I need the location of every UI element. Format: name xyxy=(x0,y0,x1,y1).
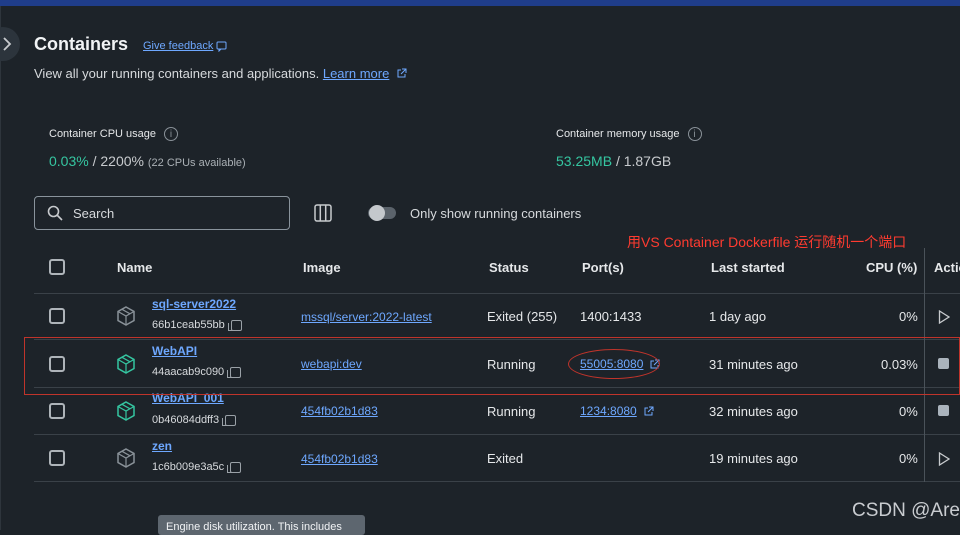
play-icon[interactable] xyxy=(938,310,950,324)
chevron-right-icon xyxy=(3,37,12,51)
columns-button[interactable] xyxy=(312,202,334,224)
column-header-ports[interactable]: Port(s) xyxy=(582,260,624,275)
info-icon[interactable]: i xyxy=(164,127,179,141)
container-running-icon xyxy=(117,401,135,421)
column-header-status[interactable]: Status xyxy=(489,260,529,275)
image-link[interactable]: 454fb02b1d83 xyxy=(301,452,378,466)
column-header-cpu[interactable]: CPU (%) xyxy=(866,260,917,275)
toggle-knob xyxy=(369,205,385,221)
image-link[interactable]: mssql/server:2022-latest xyxy=(301,310,432,324)
sidebar-expand-button[interactable] xyxy=(0,27,20,61)
cpu-text: 0% xyxy=(899,309,918,324)
info-icon[interactable]: i xyxy=(687,127,702,141)
copy-icon[interactable] xyxy=(227,461,242,473)
play-icon[interactable] xyxy=(938,452,950,466)
status-text: Running xyxy=(487,404,536,419)
table-divider xyxy=(34,481,960,482)
give-feedback-link[interactable]: Give feedback xyxy=(143,40,227,52)
disk-usage-tooltip: Engine disk utilization. This includes xyxy=(158,515,365,535)
cpu-text: 0% xyxy=(899,404,918,419)
cpu-usage-value: 0.03% / 2200% (22 CPUs available) xyxy=(49,153,246,169)
container-name-link[interactable]: sql-server2022 xyxy=(152,297,236,311)
row-checkbox[interactable] xyxy=(49,308,65,324)
search-placeholder: Search xyxy=(73,205,115,221)
cpu-text: 0% xyxy=(899,451,918,466)
running-only-toggle[interactable] xyxy=(368,205,396,221)
annotation-ellipse xyxy=(568,349,660,379)
status-text: Exited xyxy=(487,451,524,466)
last-started-text: 32 minutes ago xyxy=(709,404,798,419)
annotation-highlight-box xyxy=(24,337,960,395)
memory-used: 53.25MB xyxy=(556,153,613,169)
copy-icon[interactable] xyxy=(222,414,237,426)
container-name-link[interactable]: zen xyxy=(152,439,172,453)
cpu-count-note: (22 CPUs available) xyxy=(147,157,246,169)
select-all-checkbox[interactable] xyxy=(49,259,65,275)
cpu-usage-label-text: Container CPU usage xyxy=(49,128,157,140)
table-divider xyxy=(34,434,960,435)
row-checkbox[interactable] xyxy=(49,403,65,419)
learn-more-link[interactable]: Learn more xyxy=(323,66,389,81)
memory-usage-value: 53.25MB / 1.87GB xyxy=(556,153,671,169)
container-id-text: 0b46084ddff3 xyxy=(152,414,220,426)
image-link[interactable]: 454fb02b1d83 xyxy=(301,404,378,418)
memory-total: / 1.87GB xyxy=(615,153,672,169)
port-link-text: 1234:8080 xyxy=(580,404,637,418)
container-id: 66b1ceab55bb xyxy=(152,319,242,331)
top-bar xyxy=(0,0,960,6)
cpu-usage-label: Container CPU usage i xyxy=(49,127,179,141)
watermark: CSDN @Are xyxy=(852,500,960,521)
copy-icon[interactable] xyxy=(227,319,242,331)
stop-icon[interactable] xyxy=(938,405,949,416)
running-only-label: Only show running containers xyxy=(410,206,582,221)
container-stopped-icon xyxy=(117,448,135,468)
table-divider xyxy=(34,293,960,294)
port-text: 1400:1433 xyxy=(580,309,642,324)
search-icon xyxy=(47,205,63,221)
container-id-text: 66b1ceab55bb xyxy=(152,319,225,331)
column-header-actions: Actio xyxy=(934,260,960,275)
memory-usage-label: Container memory usage i xyxy=(556,127,702,141)
status-text: Exited (255) xyxy=(487,309,558,324)
container-id: 1c6b009e3a5c xyxy=(152,461,242,473)
column-header-image[interactable]: Image xyxy=(303,260,341,275)
port-link[interactable]: 1234:8080 xyxy=(580,404,654,418)
last-started-text: 1 day ago xyxy=(709,309,767,324)
cpu-usage-total: / 2200% xyxy=(92,153,144,169)
external-link-icon xyxy=(397,68,407,78)
columns-icon xyxy=(314,204,332,222)
give-feedback-label: Give feedback xyxy=(143,40,214,52)
feedback-icon xyxy=(216,41,227,52)
column-header-name[interactable]: Name xyxy=(117,260,152,275)
container-id: 0b46084ddff3 xyxy=(152,414,237,426)
column-header-last-started[interactable]: Last started xyxy=(711,260,785,275)
annotation-text: 用VS Container Dockerfile 运行随机一个端口 xyxy=(627,234,907,250)
last-started-text: 19 minutes ago xyxy=(709,451,798,466)
sidebar-divider xyxy=(0,6,1,530)
page-subtitle: View all your running containers and app… xyxy=(34,66,407,81)
memory-usage-label-text: Container memory usage xyxy=(556,128,680,140)
search-input[interactable]: Search xyxy=(34,196,290,230)
container-id-text: 1c6b009e3a5c xyxy=(152,461,225,473)
row-checkbox[interactable] xyxy=(49,450,65,466)
page-title: Containers xyxy=(34,34,129,54)
external-link-icon xyxy=(644,406,654,415)
container-stopped-icon xyxy=(117,306,135,326)
subtitle-text: View all your running containers and app… xyxy=(34,66,320,81)
cpu-usage-percent: 0.03% xyxy=(49,153,89,169)
